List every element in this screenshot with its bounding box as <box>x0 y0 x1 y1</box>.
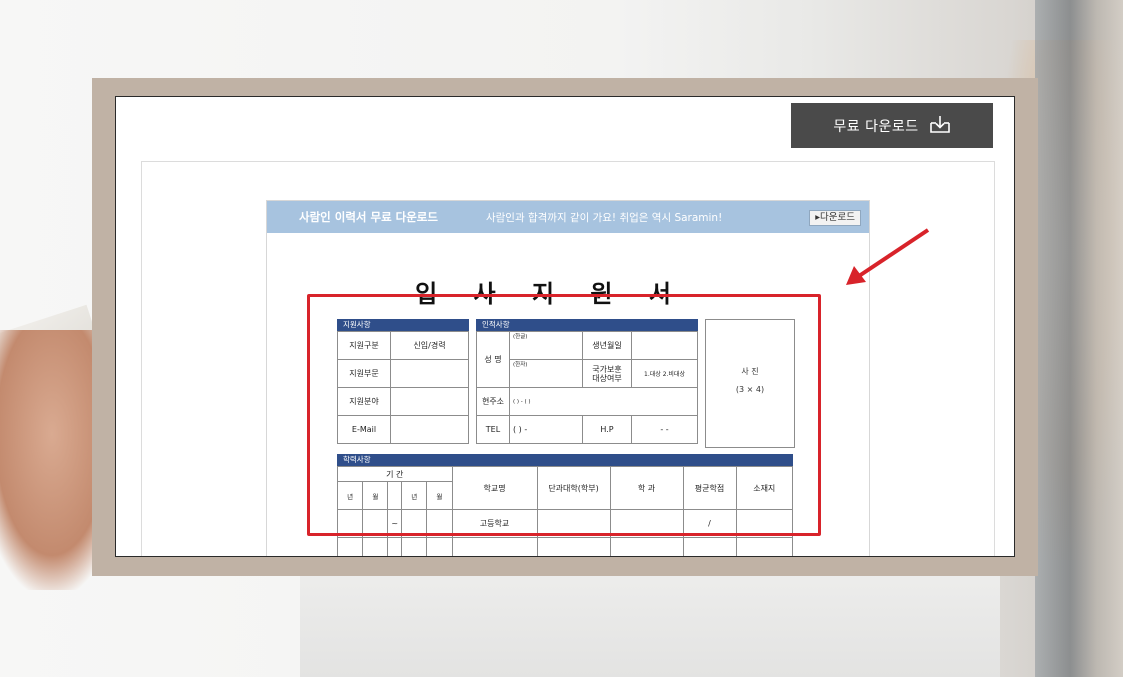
highlight-box <box>307 294 821 536</box>
edu-cell <box>387 537 403 556</box>
edu-cell <box>735 537 794 556</box>
background-hand <box>0 330 100 590</box>
document-banner: 사람인 이력서 무료 다운로드 사람인과 합격까지 같이 가요! 취업은 역시 … <box>267 201 869 233</box>
edu-cell <box>426 537 453 556</box>
edu-cell <box>401 537 428 556</box>
edu-cell <box>536 537 611 556</box>
edu-cell <box>451 537 538 556</box>
download-tray-icon <box>929 114 951 138</box>
banner-download-button[interactable]: ▸다운로드 <box>809 210 861 226</box>
red-arrow-icon <box>846 228 930 285</box>
background-wall <box>300 560 1000 677</box>
background-pillar <box>1035 0 1123 677</box>
edu-cell <box>336 537 364 556</box>
edu-cell <box>609 537 684 556</box>
banner-tagline: 사람인과 합격까지 같이 가요! 취업은 역시 Saramin! <box>485 211 723 224</box>
edu-cell <box>682 537 737 556</box>
browser-screen: 무료 다운로드 사람인 이력서 무료 다운로드 사람인과 합격까지 같이 가요!… <box>115 96 1015 557</box>
banner-title: 사람인 이력서 무료 다운로드 <box>299 210 438 224</box>
edu-cell <box>362 537 389 556</box>
free-download-button[interactable]: 무료 다운로드 <box>791 103 993 148</box>
free-download-label: 무료 다운로드 <box>833 118 919 135</box>
